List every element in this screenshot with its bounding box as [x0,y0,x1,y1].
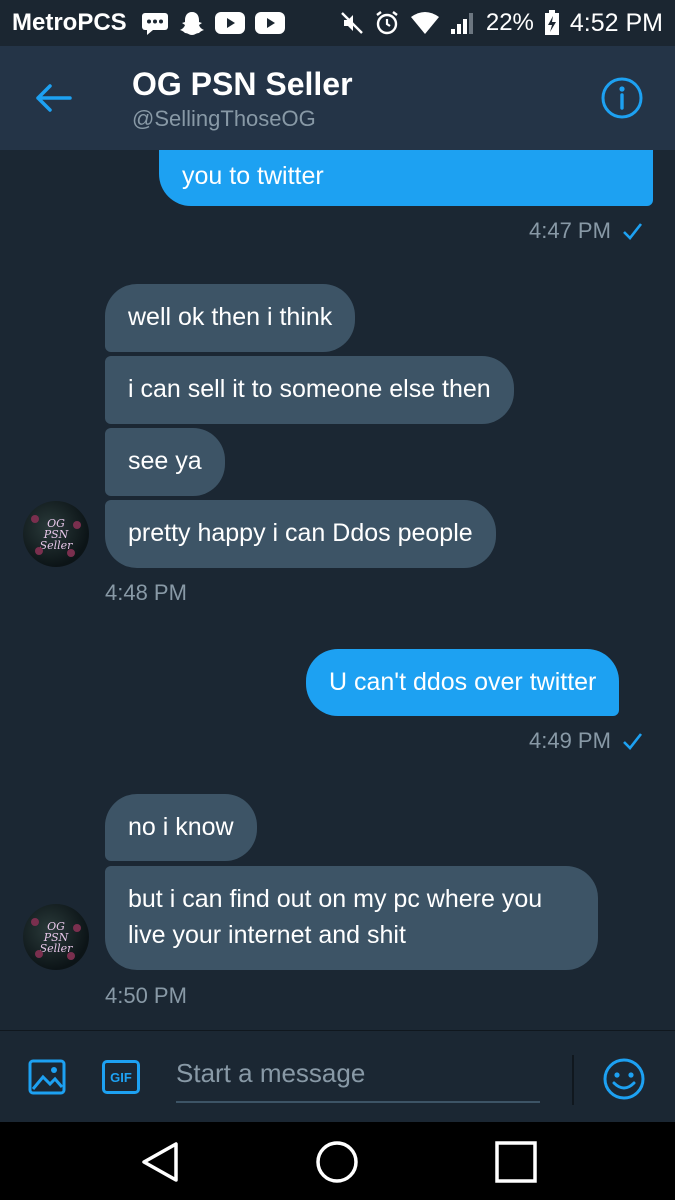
image-icon [28,1059,66,1095]
message-text: i can sell it to someone else then [128,375,491,403]
triangle-back-icon [142,1142,178,1182]
message-timestamp: 4:48 PM [105,580,187,606]
message-bubble-incoming[interactable]: no i know [105,794,257,861]
signal-icon [450,11,476,35]
gif-icon: GIF [110,1069,132,1085]
nav-recents-button[interactable] [494,1140,538,1184]
check-icon [623,733,642,750]
message-timestamp: 4:49 PM [529,728,643,754]
message-bubble-incoming[interactable]: but i can find out on my pc where you li… [105,866,598,970]
clock: 4:52 PM [569,8,663,37]
notification-icons [141,10,285,36]
conversation-handle: @SellingThoseOG [132,106,316,131]
message-text: U can't ddos over twitter [329,668,597,696]
message-bubble-incoming[interactable]: pretty happy i can Ddos people [105,500,496,568]
youtube-icon [214,12,245,34]
timestamp-text: 4:48 PM [105,580,187,605]
avatar[interactable]: OG PSN Seller [23,904,89,970]
message-text: pretty happy i can Ddos people [128,519,473,547]
system-nav-bar [0,1122,675,1200]
gif-button[interactable]: GIF [102,1060,140,1094]
nav-back-button[interactable] [138,1140,182,1184]
message-text: well ok then i think [128,303,333,331]
timestamp-text: 4:47 PM [529,218,611,243]
alarm-icon [374,10,400,36]
message-bubble-incoming[interactable]: i can sell it to someone else then [105,356,514,424]
add-image-button[interactable] [28,1059,66,1095]
message-list[interactable]: you to twitter 4:47 PM well ok then i th… [0,150,675,1030]
circle-home-icon [316,1141,358,1183]
message-composer: GIF [0,1030,675,1122]
timestamp-text: 4:49 PM [529,728,611,753]
info-button[interactable] [600,76,644,120]
emoji-button[interactable] [602,1057,646,1101]
avatar-logo-text: OG PSN Seller [39,516,73,552]
battery-percent: 22% [485,9,534,36]
carrier-label: MetroPCS [12,9,127,36]
message-bubble-outgoing[interactable]: U can't ddos over twitter [306,649,620,716]
conversation-title: OG PSN Seller [132,66,353,102]
message-bubble-outgoing[interactable]: you to twitter [159,150,653,206]
youtube-icon-2 [254,12,285,34]
message-text: you to twitter [182,162,324,190]
message-input[interactable] [176,1053,540,1103]
messages-icon [141,11,169,35]
info-icon [601,77,643,119]
nav-home-button[interactable] [315,1140,359,1184]
snapchat-icon [179,10,205,36]
message-text: but i can find out on my pc where you li… [128,885,543,949]
message-text: no i know [128,813,234,841]
wifi-icon [410,11,440,35]
status-icons: 22% 4:52 PM [340,9,663,38]
battery-charging-icon [544,10,560,36]
check-icon [623,223,642,240]
timestamp-text: 4:50 PM [105,983,187,1008]
conversation-header: OG PSN Seller @SellingThoseOG [0,46,675,150]
mute-icon [340,11,364,35]
back-button[interactable] [30,78,74,118]
avatar-logo-text: OG PSN Seller [39,919,73,955]
arrow-left-icon [36,84,72,112]
emoji-icon [603,1058,645,1100]
status-bar: MetroPCS 22% 4:52 PM [0,0,675,46]
message-timestamp: 4:47 PM [529,218,643,244]
message-text: see ya [128,447,202,475]
message-timestamp: 4:50 PM [105,983,187,1009]
avatar[interactable]: OG PSN Seller [23,501,89,567]
square-recents-icon [495,1141,537,1183]
message-bubble-incoming[interactable]: see ya [105,428,225,496]
divider [572,1055,574,1105]
message-bubble-incoming[interactable]: well ok then i think [105,284,356,352]
